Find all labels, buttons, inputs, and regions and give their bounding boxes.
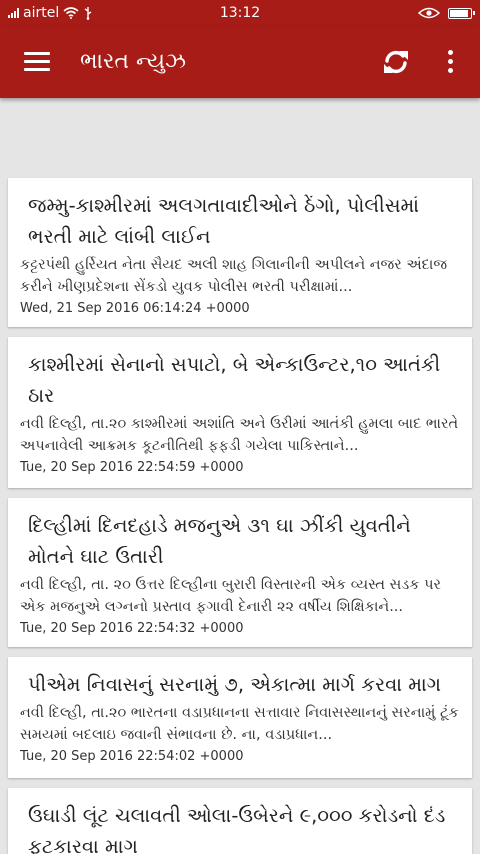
- news-date: Tue, 20 Sep 2016 22:54:32 +0000: [20, 621, 244, 636]
- news-card[interactable]: દિલ્હીમાં દિનદહાડે મજનુએ ૩૧ ઘા ઝીંકી યુવ…: [8, 498, 472, 647]
- news-summary: નવી દિલ્હી, તા.૨૦ કાશ્મીરમાં અશાંતિ અને …: [20, 416, 459, 454]
- news-card[interactable]: કાશ્મીરમાં સેનાનો સપાટો, બે એન્કાઉન્ટર,૧…: [8, 337, 472, 488]
- refresh-icon[interactable]: [378, 44, 414, 80]
- hamburger-menu-icon[interactable]: [24, 52, 50, 72]
- news-title[interactable]: પીએમ નિવાસનું સરનામું ૭, એકાત્મા માર્ગ ક…: [20, 669, 460, 700]
- usb-icon: [84, 7, 92, 20]
- news-title[interactable]: દિલ્હીમાં દિનદહાડે મજનુએ ૩૧ ઘા ઝીંકી યુવ…: [20, 510, 460, 572]
- news-summary: નવી દિલ્હી, તા. ૨૦ ઉત્તર દિલ્હીના બુરારી…: [20, 577, 442, 615]
- news-card[interactable]: ઉઘાડી લૂંટ ચલાવતી ઓલા-ઉબેરને ૯,૦૦૦ કરોડન…: [8, 788, 472, 854]
- more-vertical-icon[interactable]: [438, 46, 462, 78]
- clock: 13:12: [219, 5, 261, 21]
- status-bar: airtel 13:12: [0, 0, 480, 26]
- news-summary: નવી દિલ્હી, તા.૨૦ ભારતના વડાપ્રધાનના સત્…: [20, 705, 459, 743]
- news-title[interactable]: કાશ્મીરમાં સેનાનો સપાટો, બે એન્કાઉન્ટર,૧…: [20, 349, 460, 411]
- signal-icon: [8, 8, 19, 18]
- app-bar: ભારત ન્યુઝ: [0, 26, 480, 98]
- carrier-name: airtel: [23, 5, 60, 21]
- app-title: ભારત ન્યુઝ: [80, 49, 186, 74]
- news-date: Tue, 20 Sep 2016 22:54:02 +0000: [20, 749, 244, 764]
- news-title[interactable]: ઉઘાડી લૂંટ ચલાવતી ઓલા-ઉબેરને ૯,૦૦૦ કરોડન…: [20, 800, 460, 854]
- battery-icon: [448, 7, 475, 19]
- news-card[interactable]: જમ્મુ-કાશ્મીરમાં અલગતાવાદીઓને ઠેંગો, પોલ…: [8, 178, 472, 327]
- news-title[interactable]: જમ્મુ-કાશ્મીરમાં અલગતાવાદીઓને ઠેંગો, પોલ…: [20, 190, 460, 252]
- wifi-icon: [63, 7, 79, 19]
- news-summary: કટ્ટરપંથી હુર્રિયત નેતા સૈયદ અલી શાહ ગિલ…: [20, 257, 448, 295]
- news-card[interactable]: પીએમ નિવાસનું સરનામું ૭, એકાત્મા માર્ગ ક…: [8, 657, 472, 778]
- news-date: Wed, 21 Sep 2016 06:14:24 +0000: [20, 301, 250, 316]
- eye-icon: [418, 7, 440, 19]
- news-date: Tue, 20 Sep 2016 22:54:59 +0000: [20, 460, 244, 475]
